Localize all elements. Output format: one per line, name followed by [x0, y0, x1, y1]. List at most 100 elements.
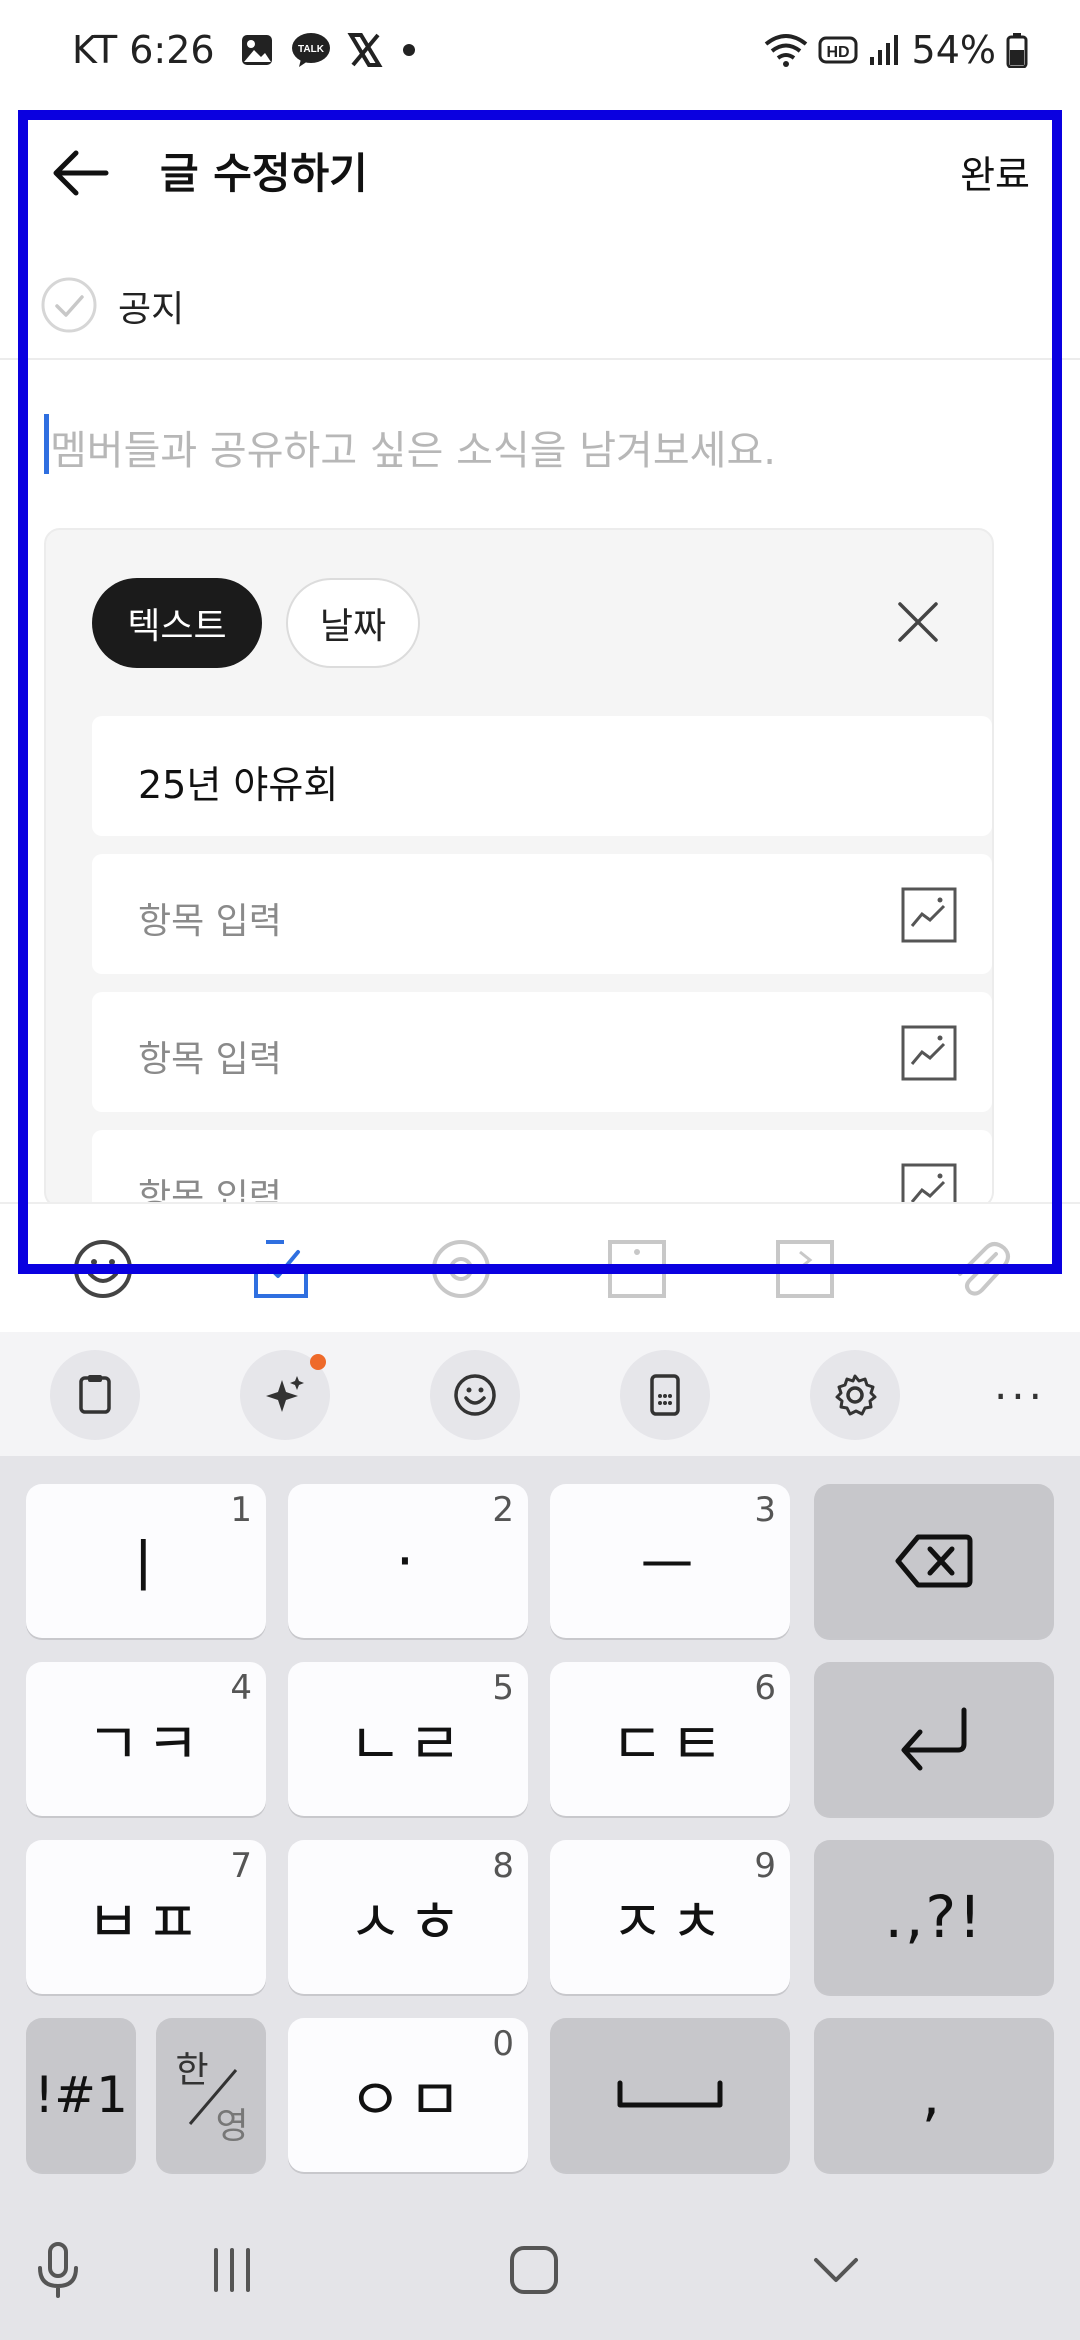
key-label: ㅈㅊ — [610, 1888, 730, 1956]
vote-icon[interactable] — [246, 1234, 316, 1304]
hd-icon: HD — [818, 34, 858, 66]
battery-icon — [1006, 32, 1028, 68]
key-number: 1 — [230, 1490, 252, 1530]
signal-icon — [868, 33, 902, 67]
key-2[interactable]: · 2 — [288, 1484, 528, 1638]
key-number: 9 — [754, 1846, 776, 1886]
back-button[interactable] — [40, 138, 120, 208]
key-9[interactable]: ㅈㅊ 9 — [550, 1840, 790, 1994]
post-body-input[interactable]: 멤버들과 공유하고 싶은 소식을 남겨보세요. — [0, 362, 1080, 512]
korean-keyboard: ㅣ 1 · 2 ㅡ 3 ㄱㅋ 4 ㄴㄹ 5 ㄷㅌ 6 ㅂㅍ 7 ㅅㅎ 8 ㅈㅊ … — [0, 1456, 1080, 2196]
image-icon[interactable] — [602, 1234, 672, 1304]
emoji-icon[interactable] — [430, 1350, 520, 1440]
video-icon[interactable] — [770, 1234, 840, 1304]
ai-sparkle-icon[interactable] — [240, 1350, 330, 1440]
punctuation-key[interactable]: .,?! — [814, 1840, 1054, 1994]
key-label: , — [921, 2061, 947, 2129]
key-4[interactable]: ㄱㅋ 4 — [26, 1662, 266, 1816]
key-label: .,?! — [884, 1883, 984, 1951]
vote-item-input-1[interactable]: 항목 입력 — [92, 854, 992, 974]
key-label: ㅡ — [640, 1532, 700, 1600]
check-circle-icon[interactable] — [40, 276, 98, 334]
recent-apps-icon[interactable] — [202, 2240, 262, 2300]
hide-keyboard-icon[interactable] — [806, 2240, 866, 2300]
svg-text:영: 영 — [215, 2106, 248, 2147]
key-label: ㄱㅋ — [86, 1710, 206, 1778]
x-icon — [347, 32, 383, 68]
enter-icon — [901, 1707, 967, 1771]
status-time: KT 6:26 — [72, 28, 215, 72]
more-options-button[interactable]: ··· — [994, 1372, 1046, 1421]
vote-item-placeholder: 항목 입력 — [138, 1039, 282, 1080]
status-bar: KT 6:26 TALK HD 54% — [0, 0, 1080, 112]
vote-item-placeholder: 항목 입력 — [138, 901, 282, 942]
key-number: 0 — [492, 2024, 514, 2064]
settings-icon[interactable] — [810, 1350, 900, 1440]
close-icon[interactable] — [888, 592, 948, 652]
key-label: ㅂㅍ — [86, 1888, 206, 1956]
key-number: 4 — [230, 1668, 252, 1708]
vote-item-input-3[interactable]: 항목 입력 — [92, 1130, 992, 1206]
svg-text:한: 한 — [175, 2050, 208, 2091]
page-title: 글 수정하기 — [160, 149, 368, 198]
tab-text[interactable]: 텍스트 — [92, 578, 262, 668]
key-label: ㅅㅎ — [348, 1888, 468, 1956]
key-7[interactable]: ㅂㅍ 7 — [26, 1840, 266, 1994]
tab-date[interactable]: 날짜 — [286, 578, 420, 668]
backspace-icon — [895, 1534, 973, 1588]
app-header: 글 수정하기 완료 — [0, 112, 1080, 232]
key-number: 3 — [754, 1490, 776, 1530]
key-3[interactable]: ㅡ 3 — [550, 1484, 790, 1638]
space-key[interactable] — [550, 2018, 790, 2172]
compose-toolbar — [0, 1202, 1080, 1330]
key-number: 2 — [492, 1490, 514, 1530]
image-icon[interactable] — [900, 886, 958, 944]
notification-dot — [310, 1354, 326, 1370]
mention-icon[interactable] — [426, 1234, 496, 1304]
image-icon[interactable] — [900, 1024, 958, 1082]
arrow-left-icon — [53, 150, 109, 196]
vote-item-input-2[interactable]: 항목 입력 — [92, 992, 992, 1112]
symbols-key[interactable]: !#1 — [26, 2018, 136, 2172]
enter-key[interactable] — [814, 1662, 1054, 1816]
system-nav-bar — [0, 2196, 1080, 2340]
clipboard-icon[interactable] — [50, 1350, 140, 1440]
comma-key[interactable]: , — [814, 2018, 1054, 2172]
language-switch-key[interactable]: 한 영 — [156, 2018, 266, 2172]
mic-icon[interactable] — [28, 2240, 88, 2300]
key-0[interactable]: ㅇㅁ 0 — [288, 2018, 528, 2172]
key-label: · — [395, 1527, 421, 1595]
vote-card: 텍스트 날짜 25년 야유회 항목 입력 항목 입력 항목 입력 — [44, 528, 994, 1208]
home-icon[interactable] — [504, 2240, 564, 2300]
key-number: 8 — [492, 1846, 514, 1886]
notice-toggle-row[interactable]: 공지 — [0, 260, 1080, 360]
key-label: ㅣ — [116, 1532, 176, 1600]
keypad-icon[interactable] — [620, 1350, 710, 1440]
keyboard-toolbar: ··· — [0, 1332, 1080, 1456]
svg-text:HD: HD — [826, 44, 849, 61]
key-1[interactable]: ㅣ 1 — [26, 1484, 266, 1638]
wifi-icon — [764, 32, 808, 68]
kakaotalk-icon: TALK — [291, 31, 331, 69]
emoji-icon[interactable] — [68, 1234, 138, 1304]
key-label: ㄴㄹ — [348, 1710, 468, 1778]
talk-badge-text: TALK — [298, 44, 325, 55]
key-label: !#1 — [34, 2066, 128, 2124]
space-icon — [617, 2080, 723, 2108]
notice-label: 공지 — [118, 289, 185, 330]
attach-icon[interactable] — [944, 1234, 1014, 1304]
gallery-icon — [239, 32, 275, 68]
key-number: 5 — [492, 1668, 514, 1708]
key-5[interactable]: ㄴㄹ 5 — [288, 1662, 528, 1816]
post-body-placeholder: 멤버들과 공유하고 싶은 소식을 남겨보세요. — [50, 428, 776, 474]
backspace-key[interactable] — [814, 1484, 1054, 1638]
vote-title-input[interactable]: 25년 야유회 — [92, 716, 992, 836]
vote-title-value: 25년 야유회 — [138, 763, 339, 807]
key-label: ㄷㅌ — [610, 1710, 730, 1778]
battery-text: 54% — [911, 28, 996, 72]
key-6[interactable]: ㄷㅌ 6 — [550, 1662, 790, 1816]
key-number: 7 — [230, 1846, 252, 1886]
key-8[interactable]: ㅅㅎ 8 — [288, 1840, 528, 1994]
done-button[interactable]: 완료 — [960, 144, 1030, 199]
key-label: ㅇㅁ — [348, 2066, 468, 2134]
